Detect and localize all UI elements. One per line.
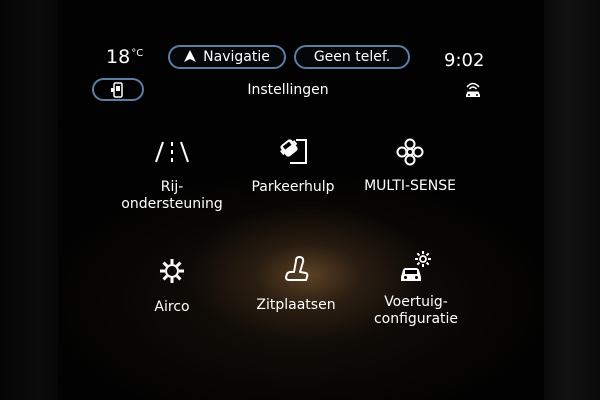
outside-temperature: 18°C bbox=[106, 46, 143, 68]
temperature-value: 18 bbox=[106, 46, 131, 68]
tile-label: Airco bbox=[154, 299, 190, 315]
multi-sense-icon bbox=[396, 138, 424, 170]
phone-label: Geen telef. bbox=[313, 49, 391, 65]
page-title: Instellingen bbox=[247, 82, 329, 98]
tile-seats[interactable]: Zitplaatsen bbox=[226, 253, 366, 323]
bezel-right bbox=[544, 0, 600, 400]
phone-button[interactable]: Geen telef. bbox=[294, 45, 410, 69]
navigation-label: Navigatie bbox=[203, 49, 270, 65]
tile-multi-sense[interactable]: MULTI-SENSE bbox=[340, 135, 480, 205]
tile-vehicle-configuration[interactable]: Voertuig- configuratie bbox=[346, 248, 486, 338]
tile-label: Voertuig- configuratie bbox=[373, 294, 459, 327]
climate-icon bbox=[159, 258, 185, 288]
navigation-arrow-icon bbox=[184, 49, 197, 65]
connected-car-icon bbox=[463, 80, 483, 102]
clock: 9:02 bbox=[444, 50, 485, 71]
display-panel: 18°C Navigatie Geen telef. 9:02 Instelli… bbox=[58, 0, 544, 400]
parking-assist-icon bbox=[278, 137, 308, 169]
seat-icon bbox=[283, 255, 309, 287]
lane-assist-icon bbox=[155, 140, 189, 168]
temperature-unit: °C bbox=[131, 47, 144, 59]
tile-label: Rij- ondersteuning bbox=[121, 179, 223, 212]
tile-climate[interactable]: Airco bbox=[102, 255, 242, 325]
bezel-left bbox=[0, 0, 58, 400]
navigation-button[interactable]: Navigatie bbox=[168, 45, 286, 69]
vehicle-settings-icon bbox=[399, 250, 433, 286]
tile-driving-assist[interactable]: Rij- ondersteuning bbox=[102, 135, 242, 225]
screen: 18°C Navigatie Geen telef. 9:02 Instelli… bbox=[0, 0, 600, 400]
tile-label: Zitplaatsen bbox=[256, 297, 336, 313]
tile-label: MULTI-SENSE bbox=[364, 178, 456, 194]
